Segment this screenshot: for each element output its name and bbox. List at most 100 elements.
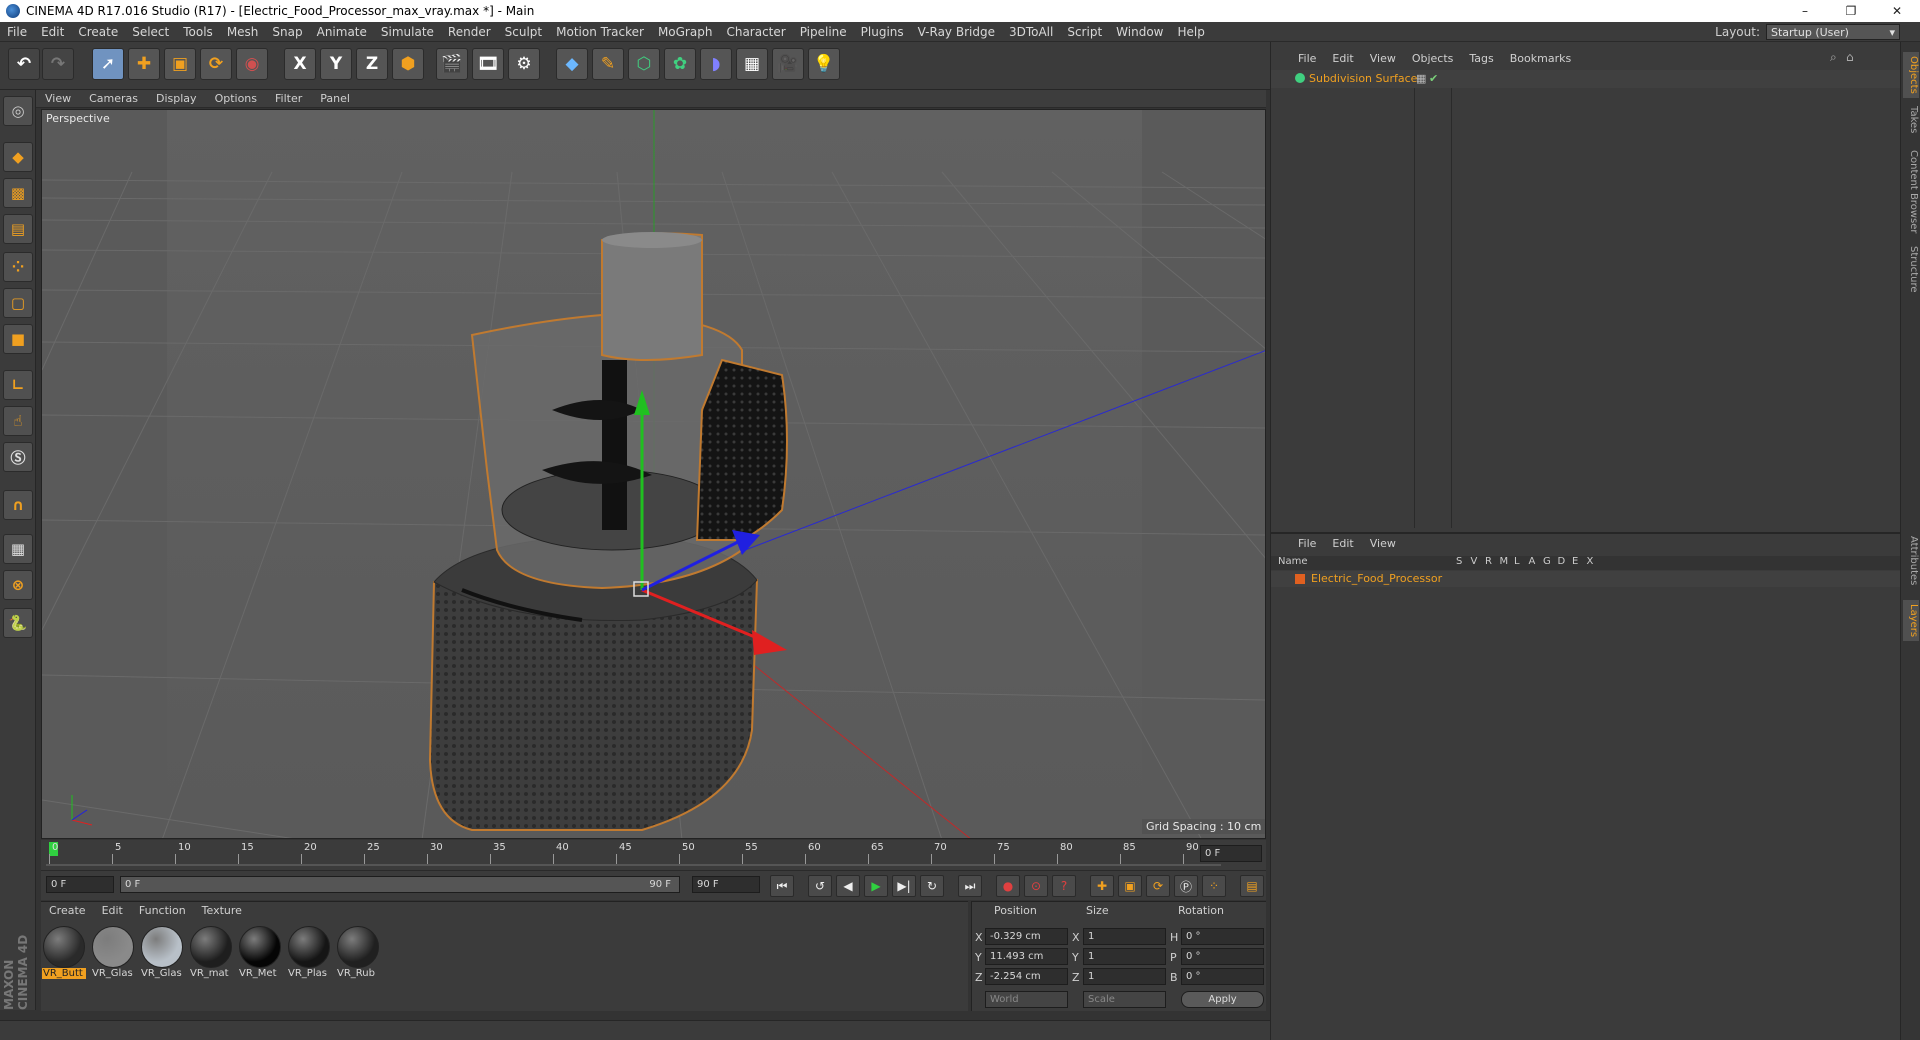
menu-plugins[interactable]: Plugins [854, 25, 911, 39]
mograph-cloner-icon[interactable]: ✿ [664, 48, 696, 80]
layer-column-v[interactable]: V [1471, 556, 1478, 567]
z-axis-lock-button[interactable]: Z [356, 48, 388, 80]
layer-menu-edit[interactable]: Edit [1324, 537, 1361, 550]
layer-column-l[interactable]: L [1514, 556, 1520, 567]
pos-x-field[interactable]: -0.329 cm [985, 928, 1068, 945]
material-swatch[interactable]: VR_Plas [287, 926, 331, 982]
menu-3dtoall[interactable]: 3DToAll [1002, 25, 1060, 39]
select-tool-icon[interactable]: ➚ [92, 48, 124, 80]
model-mode-icon[interactable]: ◆ [3, 142, 33, 172]
redo-icon[interactable]: ↷ [42, 48, 74, 80]
move-tool-icon[interactable]: ✚ [128, 48, 160, 80]
viewport-menu-options[interactable]: Options [206, 92, 266, 105]
layer-color-swatch[interactable] [1295, 574, 1305, 584]
timeline-window-icon[interactable]: ▤ [1240, 875, 1264, 897]
menu-snap[interactable]: Snap [265, 25, 309, 39]
key-position-icon[interactable]: ✚ [1090, 875, 1114, 897]
render-settings-icon[interactable]: ⚙ [508, 48, 540, 80]
end-frame-field[interactable]: 90 F [692, 876, 760, 893]
layer-menu-file[interactable]: File [1290, 537, 1324, 550]
size-y-field[interactable]: 1 [1083, 948, 1166, 965]
object-enabled-check-icon[interactable]: ✔ [1429, 72, 1438, 85]
menu-window[interactable]: Window [1109, 25, 1170, 39]
tab-attributes[interactable]: Attributes [1903, 532, 1919, 589]
menu-pipeline[interactable]: Pipeline [793, 25, 854, 39]
coordinate-system-icon[interactable]: ⬢ [392, 48, 424, 80]
tab-takes[interactable]: Takes [1903, 102, 1919, 137]
viewport-menu-filter[interactable]: Filter [266, 92, 311, 105]
menu-sculpt[interactable]: Sculpt [498, 25, 549, 39]
tweak-mode-icon[interactable]: ☝ [3, 406, 33, 436]
coord-system-dropdown[interactable]: World [985, 991, 1068, 1008]
menu-mograph[interactable]: MoGraph [651, 25, 720, 39]
start-frame-field[interactable]: 0 F [46, 876, 114, 893]
material-swatch[interactable]: VR_Glas [140, 926, 184, 982]
menu-script[interactable]: Script [1060, 25, 1109, 39]
close-button[interactable]: ✕ [1874, 0, 1920, 22]
material-swatch[interactable]: VR_Butt [42, 926, 86, 982]
apply-button[interactable]: Apply [1181, 991, 1264, 1008]
key-rotation-icon[interactable]: ⟳ [1146, 875, 1170, 897]
camera-icon[interactable]: 🎥 [772, 48, 804, 80]
timeline-ruler[interactable]: 0 5 10 15 20 25 30 35 40 45 50 55 60 65 70 75 80 85 90 [41, 840, 1266, 870]
render-picture-viewer-icon[interactable]: 🎞 [472, 48, 504, 80]
viewport-perspective[interactable] [41, 109, 1266, 839]
rot-h-field[interactable]: 0 ° [1181, 928, 1264, 945]
material-swatch[interactable]: VR_Rub [336, 926, 380, 982]
layer-column-m[interactable]: M [1500, 556, 1509, 567]
play-icon[interactable]: ▶ [864, 875, 888, 897]
snap-icon[interactable]: Ⓢ [3, 442, 33, 472]
size-mode-dropdown[interactable]: Scale [1083, 991, 1166, 1008]
viewport-menu-cameras[interactable]: Cameras [80, 92, 147, 105]
pen-spline-icon[interactable]: ✎ [592, 48, 624, 80]
menu-motion-tracker[interactable]: Motion Tracker [549, 25, 651, 39]
undo-icon[interactable]: ↶ [8, 48, 40, 80]
range-slider[interactable]: 0 F 90 F [120, 876, 680, 893]
menu-character[interactable]: Character [719, 25, 792, 39]
workplane-lock-icon[interactable]: ▦ [3, 534, 33, 564]
record-keys-icon[interactable]: ● [996, 875, 1020, 897]
pos-z-field[interactable]: -2.254 cm [985, 968, 1068, 985]
viewport-menu-display[interactable]: Display [147, 92, 206, 105]
size-z-field[interactable]: 1 [1083, 968, 1166, 985]
menu-mesh[interactable]: Mesh [220, 25, 266, 39]
key-pla-icon[interactable]: ⁘ [1202, 875, 1226, 897]
material-menu-texture[interactable]: Texture [194, 904, 250, 917]
menu-v-ray-bridge[interactable]: V-Ray Bridge [911, 25, 1002, 39]
menu-tools[interactable]: Tools [176, 25, 220, 39]
x-axis-lock-button[interactable]: X [284, 48, 316, 80]
material-menu-create[interactable]: Create [41, 904, 94, 917]
menu-simulate[interactable]: Simulate [374, 25, 441, 39]
home-icon[interactable]: ⌂ [1846, 50, 1854, 64]
object-visibility-icon[interactable]: ▦ [1416, 72, 1426, 85]
render-view-icon[interactable]: 🎬 [436, 48, 468, 80]
minimize-button[interactable]: – [1782, 0, 1828, 22]
floor-icon[interactable]: ▦ [736, 48, 768, 80]
object-row[interactable]: Subdivision Surface ▦ ✔ [1271, 70, 1901, 88]
material-menu-edit[interactable]: Edit [94, 904, 131, 917]
menu-help[interactable]: Help [1170, 25, 1211, 39]
layer-column-e[interactable]: E [1572, 556, 1578, 567]
layer-column-a[interactable]: A [1529, 556, 1536, 567]
next-frame-icon[interactable]: ▶| [892, 875, 916, 897]
y-axis-lock-button[interactable]: Y [320, 48, 352, 80]
autokey-icon[interactable]: ⊙ [1024, 875, 1048, 897]
cube-primitive-icon[interactable]: ◆ [556, 48, 588, 80]
rotate-tool-icon[interactable]: ⟳ [200, 48, 232, 80]
symmetry-icon[interactable]: ⊗ [3, 570, 33, 600]
edges-mode-icon[interactable]: ▢ [3, 288, 33, 318]
workplane-mode-icon[interactable]: ▤ [3, 214, 33, 244]
key-parameter-icon[interactable]: Ⓟ [1174, 875, 1198, 897]
key-scale-icon[interactable]: ▣ [1118, 875, 1142, 897]
scale-tool-icon[interactable]: ▣ [164, 48, 196, 80]
tab-objects[interactable]: Objects [1903, 52, 1919, 98]
menu-edit[interactable]: Edit [34, 25, 71, 39]
layer-column-x[interactable]: X [1587, 556, 1594, 567]
subdivision-surface-icon[interactable]: ⬡ [628, 48, 660, 80]
layer-column-s[interactable]: S [1456, 556, 1462, 567]
layer-row[interactable]: Electric_Food_Processor [1271, 571, 1901, 587]
light-icon[interactable]: 💡 [808, 48, 840, 80]
magnet-icon[interactable]: ∩ [3, 490, 33, 520]
menu-select[interactable]: Select [125, 25, 176, 39]
go-to-end-icon[interactable]: ⏭ [958, 875, 982, 897]
